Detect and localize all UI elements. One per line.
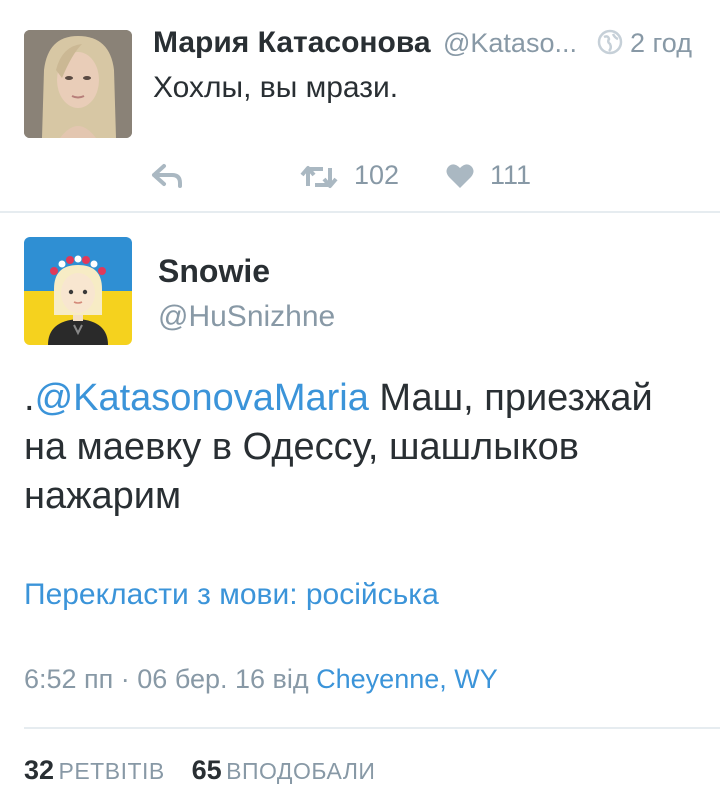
- mention-link[interactable]: @KatasonovaMaria: [35, 377, 369, 419]
- tweet-stats: 32 РЕТВІТІВ 65 ВПОДОБАЛИ: [24, 755, 375, 786]
- user-name[interactable]: Snowie: [158, 253, 270, 290]
- location-link[interactable]: Cheyenne, WY: [316, 664, 498, 694]
- retweet-icon[interactable]: [299, 164, 339, 190]
- tweet-text: .@KatasonovaMaria Маш, приезжай на маевк…: [24, 374, 704, 521]
- user-name[interactable]: Мария Катасонова: [153, 26, 431, 60]
- reply-icon[interactable]: [150, 162, 184, 190]
- user-handle[interactable]: @Kataso...: [443, 28, 577, 59]
- translate-link[interactable]: Перекласти з мови: російська: [24, 578, 439, 612]
- divider: [0, 211, 720, 213]
- globe-icon: [597, 29, 623, 55]
- tweet-card[interactable]: Мария Катасонова @Kataso... 2 год Хохлы,…: [0, 0, 720, 211]
- avatar[interactable]: [24, 237, 132, 345]
- divider: [24, 727, 720, 729]
- tweet-timestamp[interactable]: 2 год: [630, 28, 692, 59]
- tweet-meta: 6:52 пп · 06 бер. 16 від Cheyenne, WY: [24, 664, 498, 695]
- tweet-timestamp[interactable]: 6:52 пп · 06 бер. 16 від: [24, 664, 316, 694]
- avatar[interactable]: [24, 30, 132, 138]
- like-label[interactable]: ВПОДОБАЛИ: [226, 758, 375, 784]
- tweet-text: Хохлы, вы мрази.: [153, 71, 399, 104]
- retweet-label[interactable]: РЕТВІТІВ: [59, 758, 165, 784]
- heart-icon[interactable]: [446, 163, 474, 189]
- like-count: 111: [490, 160, 532, 190]
- text-prefix: .: [24, 377, 35, 419]
- retweet-count: 102: [354, 160, 400, 190]
- retweet-count[interactable]: 32: [24, 755, 54, 785]
- user-handle[interactable]: @HuSnizhne: [158, 300, 335, 334]
- like-count[interactable]: 65: [192, 755, 222, 785]
